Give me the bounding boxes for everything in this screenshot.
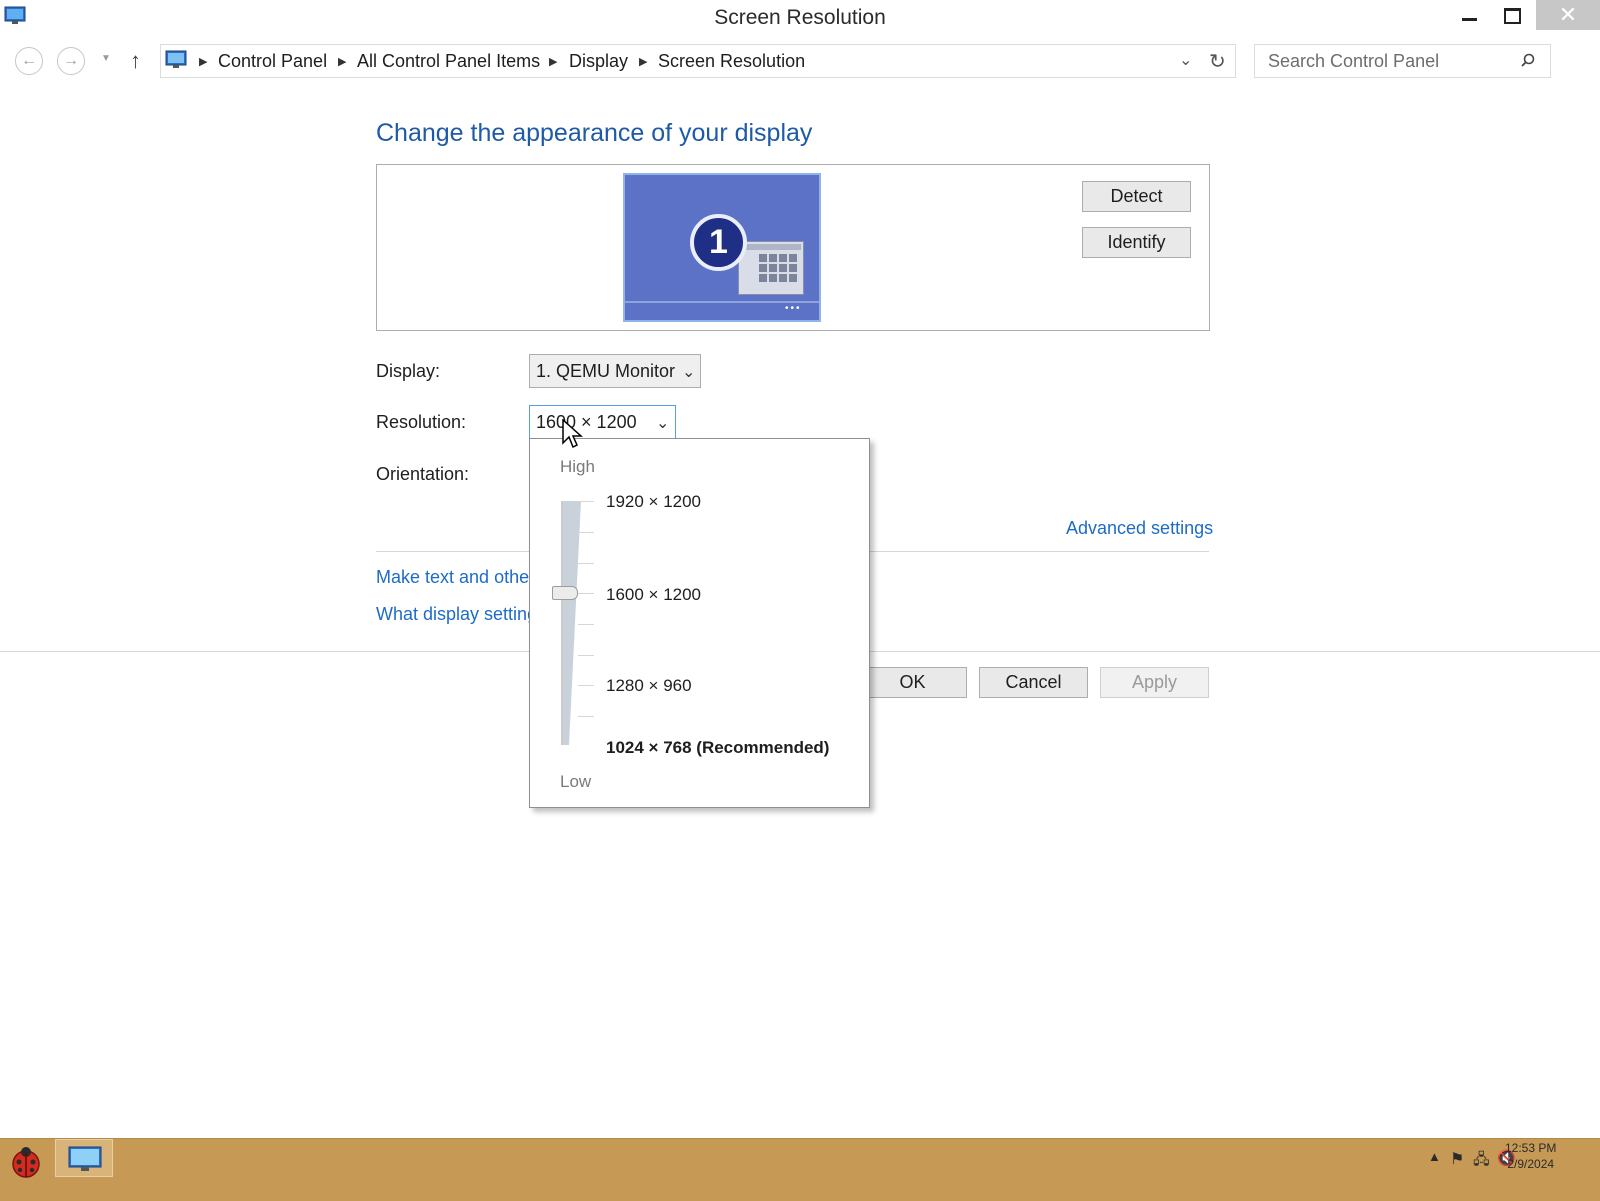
monitor-grid-icon [738,241,804,295]
monitor-number-badge: 1 [690,214,747,271]
control-panel-icon [68,1146,102,1171]
slider-tick [578,624,594,625]
low-label: Low [560,772,592,791]
minimize-button[interactable] [1446,0,1488,30]
network-icon[interactable]: 🖧 [1473,1149,1490,1174]
slider-tick [578,685,594,686]
up-button[interactable]: ↑ [130,48,141,74]
taskbar: ▲ ⚑ 🖧 🔇 12:53 PM 2/9/2024 [0,1138,1600,1201]
taskbar-clock[interactable]: 12:53 PM 2/9/2024 [1505,1140,1556,1172]
slider-tick [578,563,594,564]
start-ladybug-icon[interactable] [8,1145,44,1179]
close-button[interactable]: ✕ [1536,0,1600,30]
search-input[interactable]: Search Control Panel [1254,44,1551,78]
slider-tick [578,593,594,594]
recent-locations-chevron-icon[interactable]: ▼ [101,53,111,64]
monitor-dots-icon: ••• [785,303,802,314]
clock-time: 12:53 PM [1505,1141,1557,1155]
resolution-option-recommended[interactable]: 1024 × 768 (Recommended) [606,738,829,758]
maximize-button[interactable] [1488,0,1530,30]
address-bar[interactable]: ▶ Control Panel ▶ All Control Panel Item… [160,44,1236,78]
resolution-slider-thumb[interactable] [552,586,578,600]
slider-tick [578,501,594,502]
display-select[interactable]: 1. QEMU Monitor ⌄ [529,354,701,388]
display-label: Display: [376,361,441,381]
resolution-select-value: 1600 × 1200 [536,412,637,432]
high-label: High [560,457,595,476]
breadcrumb-screen-resolution[interactable]: Screen Resolution [658,51,805,72]
mouse-cursor-icon [562,419,583,449]
title-bar: Screen Resolution ✕ [0,0,1600,36]
resolution-label: Resolution: [376,412,467,432]
text-size-link[interactable]: Make text and other [376,567,535,588]
clock-date: 2/9/2024 [1507,1157,1555,1171]
show-hidden-icons-chevron-icon[interactable]: ▲ [1428,1149,1441,1164]
resolution-option-selected[interactable]: 1600 × 1200 [606,585,701,605]
display-settings-help-link[interactable]: What display setting [376,604,537,625]
breadcrumb-separator[interactable]: ▶ [338,55,346,68]
slider-tick [578,655,594,656]
advanced-settings-link[interactable]: Advanced settings [1066,518,1213,539]
breadcrumb-control-panel[interactable]: Control Panel [218,51,327,72]
refresh-icon[interactable]: ↻ [1209,49,1226,74]
slider-tick [578,532,594,533]
cancel-button[interactable]: Cancel [979,667,1088,698]
chevron-down-icon: ⌄ [682,364,696,381]
orientation-label: Orientation: [376,464,470,484]
breadcrumb-all-items[interactable]: All Control Panel Items [357,51,540,72]
display-select-value: 1. QEMU Monitor [536,361,676,381]
resolution-slider-track[interactable] [561,501,585,745]
slider-tick [578,716,594,717]
forward-button[interactable]: → [57,47,85,75]
page-heading: Change the appearance of your display [376,119,813,147]
resolution-option[interactable]: 1920 × 1200 [606,492,701,512]
breadcrumb-separator[interactable]: ▶ [549,55,557,68]
monitor-1-tile[interactable]: 1 ••• [623,173,821,322]
chevron-down-icon: ⌄ [656,415,670,432]
search-placeholder: Search Control Panel [1268,51,1440,71]
breadcrumb-separator[interactable]: ▶ [639,55,647,68]
action-center-flag-icon[interactable]: ⚑ [1450,1149,1464,1169]
resolution-dropdown: High 1920 × 1200 1600 × 1200 1280 × 960 … [529,438,870,808]
ok-button[interactable]: OK [858,667,967,698]
identify-button[interactable]: Identify [1082,227,1191,258]
control-panel-icon [165,50,187,68]
window-title: Screen Resolution [714,6,886,29]
apply-button[interactable]: Apply [1100,667,1209,698]
address-dropdown-chevron-icon[interactable]: ⌄ [1179,50,1192,70]
taskbar-control-panel-button[interactable] [55,1139,113,1177]
resolution-select[interactable]: 1600 × 1200 ⌄ [529,405,676,439]
back-button[interactable]: ← [15,47,43,75]
breadcrumb-display[interactable]: Display [569,51,628,72]
detect-button[interactable]: Detect [1082,181,1191,212]
breadcrumb-separator[interactable]: ▶ [199,55,207,68]
close-icon: ✕ [1558,2,1578,27]
resolution-option[interactable]: 1280 × 960 [606,676,692,696]
search-icon[interactable] [1521,53,1535,67]
